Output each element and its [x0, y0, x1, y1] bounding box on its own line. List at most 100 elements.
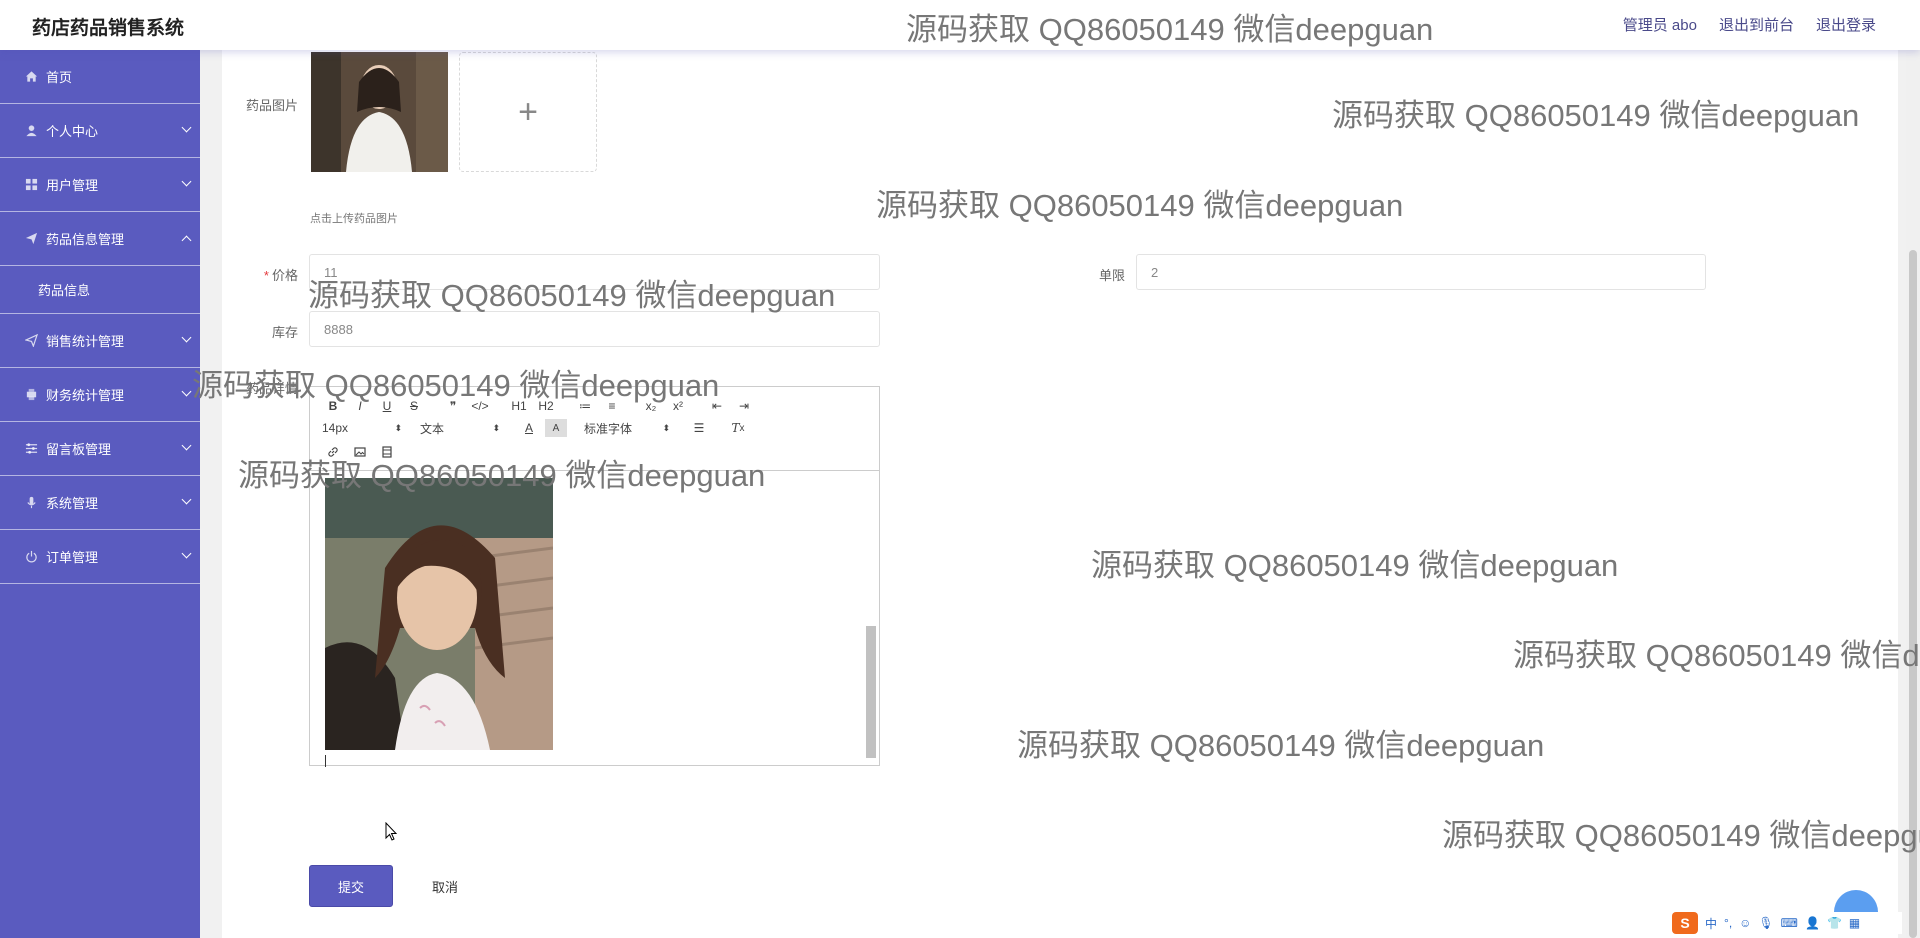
power-icon — [24, 550, 38, 564]
editor-embedded-image[interactable] — [325, 478, 553, 750]
editor-scrollbar[interactable] — [866, 626, 876, 758]
toolbox-icon[interactable]: ▦ — [1849, 916, 1860, 930]
ime-language-indicator[interactable]: 中 — [1705, 915, 1717, 932]
heading2-button[interactable]: H2 — [535, 397, 557, 415]
home-icon — [24, 70, 38, 84]
sidebar-item-label: 留言板管理 — [46, 442, 112, 457]
sidebar-item-message-board[interactable]: 留言板管理 — [0, 422, 200, 476]
toolbar-row-formatting: B I U S ❞ </> H1 H2 ≔ ≡ x₂ x² ⇤ ⇥ — [322, 397, 760, 415]
sogou-ime-icon[interactable]: S — [1672, 912, 1698, 934]
stock-input[interactable]: 8888 — [309, 311, 880, 347]
top-bar: 药店药品销售系统 源码获取 QQ86050149 微信deepguan 管理员 … — [0, 0, 1920, 50]
heading1-button[interactable]: H1 — [508, 397, 530, 415]
mic-icon — [24, 496, 38, 510]
select-arrows-icon: ⬍ — [492, 422, 500, 433]
italic-button[interactable]: I — [349, 397, 371, 415]
send-icon — [24, 232, 38, 246]
submit-button[interactable]: 提交 — [309, 865, 393, 907]
select-arrows-icon: ⬍ — [394, 422, 402, 433]
sidebar-item-label: 用户管理 — [46, 178, 99, 193]
select-arrows-icon: ⬍ — [662, 422, 670, 433]
chevron-down-icon — [181, 494, 192, 505]
toolbar-row-media — [322, 443, 403, 461]
price-label: * 价格 — [236, 265, 298, 284]
video-icon[interactable] — [376, 443, 398, 461]
plus-icon: + — [518, 92, 538, 131]
font-color-button[interactable]: A — [518, 419, 540, 437]
superscript-button[interactable]: x² — [667, 397, 689, 415]
header-links: 管理员 abo 退出到前台 退出登录 — [1623, 14, 1876, 35]
limit-input[interactable]: 2 — [1136, 254, 1706, 290]
microphone-icon[interactable]: 🎙 — [1758, 916, 1773, 930]
mouse-pointer-icon — [385, 821, 399, 847]
sidebar-subitem-drug-info[interactable]: 药品信息 — [0, 266, 200, 314]
grid-icon — [24, 178, 38, 192]
skin-icon[interactable]: 👕 — [1827, 916, 1842, 930]
sidebar-item-label: 药品信息管理 — [46, 232, 125, 247]
font-size-select[interactable]: 14px ⬍ — [322, 421, 402, 435]
chevron-down-icon — [181, 440, 192, 451]
chevron-up-icon — [181, 235, 192, 246]
bullet-list-button[interactable]: ≡ — [601, 397, 623, 415]
chevron-down-icon — [181, 386, 192, 397]
indent-button[interactable]: ⇥ — [733, 397, 755, 415]
chevron-down-icon — [181, 122, 192, 133]
sidebar-item-label: 系统管理 — [46, 496, 99, 511]
font-family-select[interactable]: 标准字体 ⬍ — [584, 420, 670, 437]
price-label-text: 价格 — [271, 268, 298, 283]
sidebar-item-label: 首页 — [46, 70, 73, 85]
toolbar-row-styles: 14px ⬍ 文本 ⬍ A A 标准字体 ⬍ ☰ Tx — [322, 419, 754, 437]
sidebar-item-user-management[interactable]: 用户管理 — [0, 158, 200, 212]
subscript-button[interactable]: x₂ — [640, 397, 662, 415]
paragraph-value: 文本 — [420, 421, 445, 436]
system-tray: S 中 °, ☺ 🎙 ⌨ 👤 👕 ▦ — [1668, 912, 1902, 934]
admin-user-link[interactable]: 管理员 abo — [1623, 14, 1697, 35]
code-block-button[interactable]: </> — [469, 397, 491, 415]
printer-icon — [24, 388, 38, 402]
underline-button[interactable]: U — [376, 397, 398, 415]
drug-image-label: 药品图片 — [245, 98, 298, 113]
upload-image-button[interactable]: + — [459, 52, 597, 172]
clear-format-button[interactable]: Tx — [727, 419, 749, 437]
logout-link[interactable]: 退出登录 — [1816, 14, 1876, 35]
bold-button[interactable]: B — [322, 397, 344, 415]
required-mark: * — [263, 268, 269, 283]
sidebar-item-personal-center[interactable]: 个人中心 — [0, 104, 200, 158]
font-size-value: 14px — [322, 421, 349, 435]
blockquote-button[interactable]: ❞ — [442, 397, 464, 415]
strike-button[interactable]: S — [403, 397, 425, 415]
user-tray-icon[interactable]: 👤 — [1805, 916, 1820, 930]
punctuation-icon[interactable]: °, — [1724, 916, 1732, 930]
upload-hint: 点击上传药品图片 — [310, 213, 398, 225]
editor-toolbar: B I U S ❞ </> H1 H2 ≔ ≡ x₂ x² ⇤ ⇥ 14px ⬍ … — [310, 387, 879, 471]
align-button[interactable]: ☰ — [688, 419, 710, 437]
sidebar-item-finance-stats[interactable]: 财务统计管理 — [0, 368, 200, 422]
text-caret — [325, 755, 326, 767]
paragraph-select[interactable]: 文本 ⬍ — [420, 420, 500, 437]
image-icon[interactable] — [349, 443, 371, 461]
editor-content-area[interactable] — [310, 472, 879, 767]
link-icon[interactable] — [322, 443, 344, 461]
sidebar-item-label: 个人中心 — [46, 124, 99, 139]
sidebar-item-order-management[interactable]: 订单管理 — [0, 530, 200, 584]
rich-text-editor: B I U S ❞ </> H1 H2 ≔ ≡ x₂ x² ⇤ ⇥ 14px ⬍ … — [309, 386, 880, 767]
sidebar-item-drug-info-management[interactable]: 药品信息管理 — [0, 212, 200, 266]
sidebar-item-sales-stats[interactable]: 销售统计管理 — [0, 314, 200, 368]
price-input[interactable]: 11 — [309, 254, 880, 290]
app-title: 药店药品销售系统 — [32, 18, 185, 39]
sliders-icon — [24, 442, 38, 456]
send-icon — [24, 334, 38, 348]
sidebar-item-system-management[interactable]: 系统管理 — [0, 476, 200, 530]
page-scrollbar-thumb[interactable] — [1909, 250, 1917, 938]
ordered-list-button[interactable]: ≔ — [574, 397, 596, 415]
font-family-value: 标准字体 — [584, 421, 633, 436]
background-color-button[interactable]: A — [545, 419, 567, 437]
emoji-icon[interactable]: ☺ — [1739, 916, 1751, 930]
cancel-button[interactable]: 取消 — [410, 865, 480, 907]
sidebar-item-label: 订单管理 — [46, 550, 99, 565]
drug-image-thumbnail[interactable] — [311, 52, 448, 172]
exit-to-frontend-link[interactable]: 退出到前台 — [1719, 14, 1794, 35]
keyboard-icon[interactable]: ⌨ — [1781, 916, 1798, 930]
sidebar-item-home[interactable]: 首页 — [0, 50, 200, 104]
outdent-button[interactable]: ⇤ — [706, 397, 728, 415]
